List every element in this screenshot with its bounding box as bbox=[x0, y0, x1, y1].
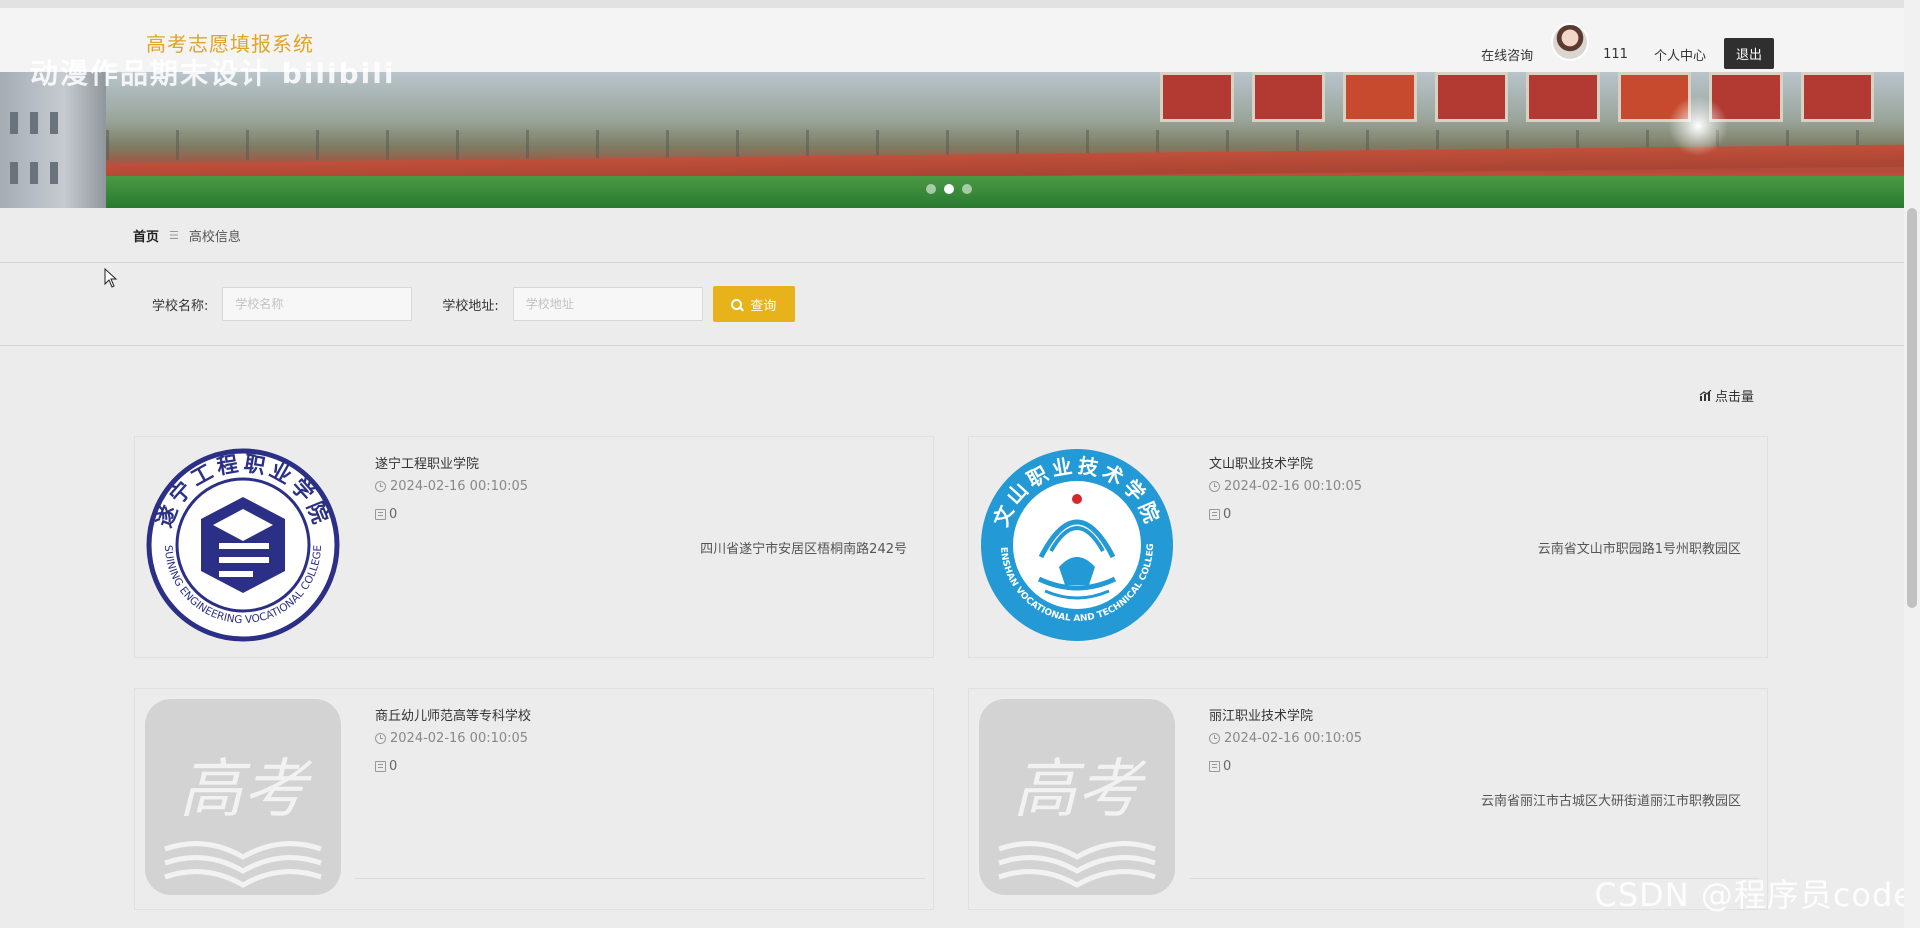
top-header: 高考志愿填报系统 动漫作品期末设计 bilibili 在线咨询 111 个人中心… bbox=[0, 0, 1904, 90]
views-icon bbox=[1209, 509, 1220, 520]
school-address: 四川省遂宁市安居区梧桐南路242号 bbox=[700, 542, 907, 557]
suining-logo[interactable]: 遂宁工程职业学院 SUINING ENGINEERING VOCATIONAL … bbox=[145, 447, 341, 643]
time-value: 2024-02-16 00:10:05 bbox=[1224, 479, 1363, 494]
banner-grass bbox=[106, 176, 1904, 208]
search-button[interactable]: 查询 bbox=[712, 286, 795, 322]
publish-time: 2024-02-16 00:10:05 bbox=[1209, 731, 1362, 746]
breadcrumb-home[interactable]: 首页 bbox=[133, 226, 159, 245]
school-name-label: 学校名称: bbox=[152, 298, 209, 314]
school-card[interactable]: 高考 商丘幼儿师范高等专科学校 2024-02-16 00:10:05 0 bbox=[134, 688, 934, 910]
divider bbox=[0, 262, 1904, 263]
avatar[interactable] bbox=[1551, 23, 1590, 61]
search-icon bbox=[731, 298, 743, 310]
school-name[interactable]: 遂宁工程职业学院 bbox=[375, 453, 479, 472]
views-value: 0 bbox=[1223, 759, 1232, 774]
clock-icon bbox=[375, 733, 386, 744]
consult-link[interactable]: 在线咨询 bbox=[1481, 45, 1533, 64]
school-name[interactable]: 商丘幼儿师范高等专科学校 bbox=[375, 705, 531, 724]
gaokao-placeholder-logo[interactable]: 高考 bbox=[145, 699, 341, 895]
logout-button[interactable]: 退出 bbox=[1723, 37, 1774, 69]
scrollbar-thumb[interactable] bbox=[1907, 208, 1917, 608]
banner-sun bbox=[1668, 96, 1728, 156]
clock-icon bbox=[375, 481, 386, 492]
view-count: 0 bbox=[1209, 759, 1231, 774]
mouse-cursor-icon bbox=[104, 268, 118, 288]
publish-time: 2024-02-16 00:10:05 bbox=[1209, 479, 1362, 494]
view-count: 0 bbox=[375, 507, 397, 522]
csdn-watermark: CSDN @程序员code bbox=[1594, 876, 1914, 914]
views-icon bbox=[375, 509, 386, 520]
school-name[interactable]: 丽江职业技术学院 bbox=[1209, 705, 1313, 724]
divider bbox=[355, 878, 925, 879]
video-overlay-text: 动漫作品期末设计 bilibili bbox=[30, 57, 396, 90]
sort-by-clicks[interactable]: 点击量 bbox=[1699, 386, 1754, 405]
wenshan-logo[interactable]: 文山职业技术学院 WENSHAN VOCATIONAL AND TECHNICA… bbox=[974, 440, 1175, 643]
divider bbox=[0, 345, 1904, 346]
profile-link[interactable]: 个人中心 bbox=[1654, 45, 1706, 64]
search-bar: 学校名称: 学校地址: 查询 bbox=[152, 286, 795, 322]
school-address-input[interactable] bbox=[512, 287, 703, 321]
views-icon bbox=[375, 761, 386, 772]
carousel-dot[interactable] bbox=[962, 184, 972, 194]
breadcrumb-current: 高校信息 bbox=[188, 230, 241, 245]
gaokao-text: 高考 bbox=[179, 753, 313, 827]
banner-boards bbox=[1160, 72, 1874, 122]
banner-building bbox=[0, 72, 106, 208]
school-card[interactable]: 遂宁工程职业学院 SUINING ENGINEERING VOCATIONAL … bbox=[134, 436, 934, 658]
school-address-label: 学校地址: bbox=[442, 298, 499, 314]
chart-icon bbox=[1699, 390, 1712, 401]
search-button-label: 查询 bbox=[750, 297, 777, 313]
carousel-dot-active[interactable] bbox=[944, 184, 954, 194]
view-count: 0 bbox=[1209, 507, 1231, 522]
school-name[interactable]: 文山职业技术学院 bbox=[1209, 453, 1313, 472]
time-value: 2024-02-16 00:10:05 bbox=[1224, 731, 1363, 746]
publish-time: 2024-02-16 00:10:05 bbox=[375, 479, 528, 494]
gaokao-placeholder-logo[interactable]: 高考 bbox=[979, 699, 1175, 895]
time-value: 2024-02-16 00:10:05 bbox=[390, 731, 529, 746]
banner-carousel[interactable] bbox=[0, 72, 1904, 208]
gaokao-text: 高考 bbox=[1013, 753, 1147, 827]
school-address: 云南省丽江市古城区大研街道丽江市职教园区 bbox=[1480, 794, 1741, 809]
clock-icon bbox=[1209, 481, 1220, 492]
school-name-input[interactable] bbox=[222, 287, 413, 321]
views-value: 0 bbox=[389, 507, 398, 522]
school-card[interactable]: 文山职业技术学院 WENSHAN VOCATIONAL AND TECHNICA… bbox=[968, 436, 1768, 658]
publish-time: 2024-02-16 00:10:05 bbox=[375, 731, 528, 746]
view-count: 0 bbox=[375, 759, 397, 774]
views-value: 0 bbox=[1223, 507, 1232, 522]
time-value: 2024-02-16 00:10:05 bbox=[390, 479, 529, 494]
page-scrollbar[interactable] bbox=[1904, 0, 1920, 928]
school-address: 云南省文山市职园路1号州职教园区 bbox=[1537, 542, 1741, 557]
breadcrumb-separator-icon: ☰ bbox=[169, 229, 179, 242]
breadcrumb: 首页 ☰ 高校信息 bbox=[133, 226, 241, 245]
header-nav: 在线咨询 111 个人中心 退出 bbox=[1481, 18, 1774, 70]
views-icon bbox=[1209, 761, 1220, 772]
carousel-dots bbox=[926, 184, 972, 194]
sort-label: 点击量 bbox=[1714, 390, 1754, 405]
carousel-dot[interactable] bbox=[926, 184, 936, 194]
views-value: 0 bbox=[389, 759, 398, 774]
clock-icon bbox=[1209, 733, 1220, 744]
username: 111 bbox=[1603, 46, 1628, 62]
